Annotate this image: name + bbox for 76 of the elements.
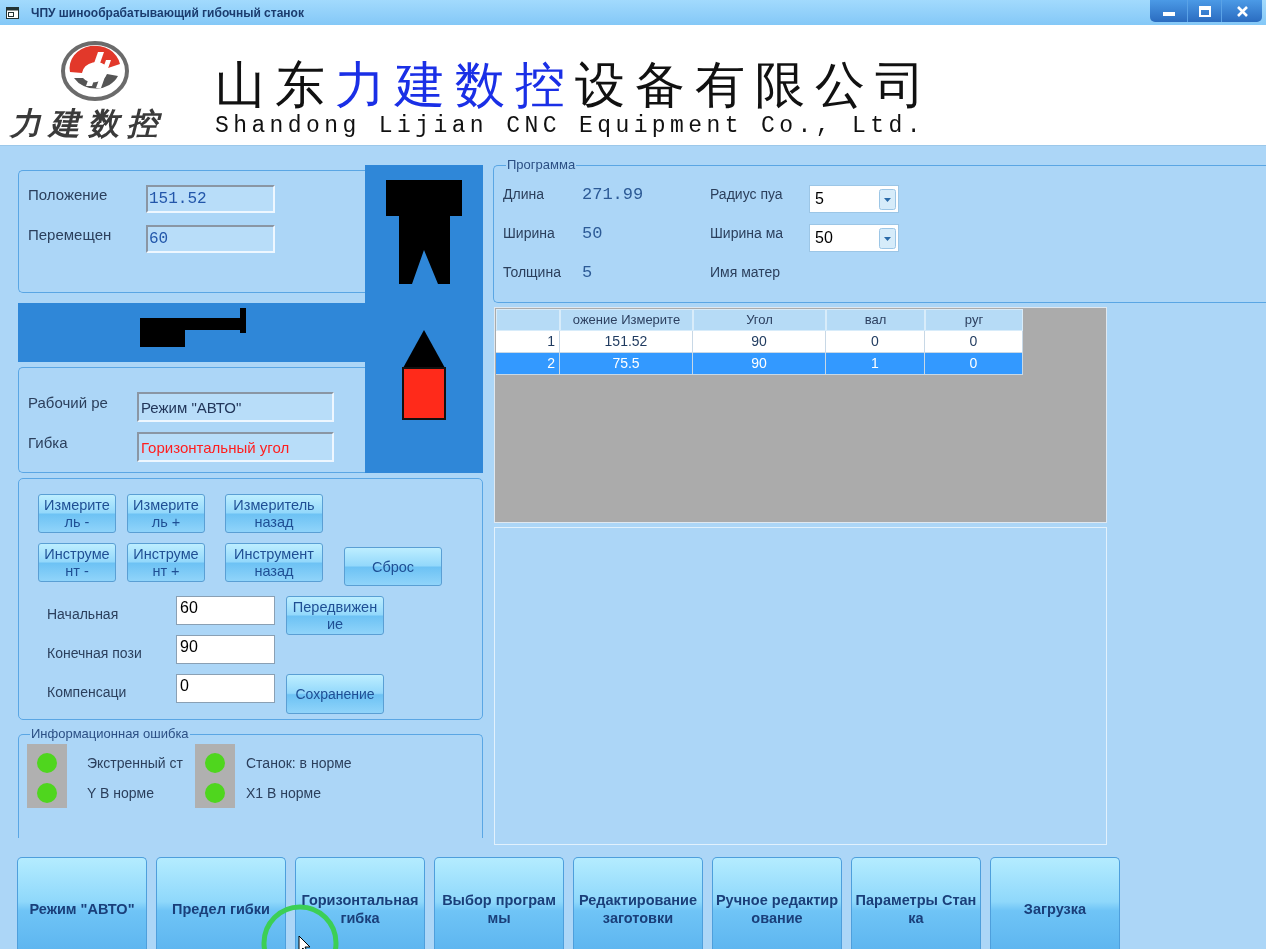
window-icon bbox=[6, 6, 19, 19]
toolbar-button[interactable]: Ручное редактирование bbox=[712, 857, 842, 949]
punch-icon bbox=[386, 180, 462, 284]
group-title: Программа bbox=[506, 158, 577, 172]
row-number: 2 bbox=[496, 353, 560, 375]
field-label: Конечная пози bbox=[47, 644, 143, 663]
minimize-button[interactable] bbox=[1150, 0, 1188, 22]
number-field[interactable]: 90 bbox=[176, 635, 275, 664]
number-field[interactable]: 60 bbox=[176, 596, 275, 625]
param-value: 271.99 bbox=[582, 185, 644, 205]
dropdown-field[interactable]: 50 bbox=[809, 224, 899, 252]
toolbar-button[interactable]: Редактирование заготовки bbox=[573, 857, 703, 949]
toolbar-button[interactable]: Выбор программы bbox=[434, 857, 564, 949]
status-label: X1 В норме bbox=[246, 784, 322, 802]
field-label: Положение bbox=[28, 185, 109, 205]
jog-button[interactable]: Инструмент + bbox=[127, 543, 205, 582]
company-name-cn: 山东 力建数控 设备有限公司 bbox=[215, 57, 935, 113]
minimize-icon bbox=[1162, 12, 1175, 16]
toolbar-button[interactable]: Режим "АВТО" bbox=[17, 857, 147, 949]
dropdown-field[interactable]: 5 bbox=[809, 185, 899, 213]
toolbar-button[interactable]: Горизонтальная гибка bbox=[295, 857, 425, 949]
maximize-icon bbox=[1198, 5, 1211, 17]
param-value: 50 bbox=[582, 224, 603, 244]
readout-field: 151.52 bbox=[146, 185, 275, 213]
toolbar-button[interactable]: Параметры Станка bbox=[851, 857, 981, 949]
table-row[interactable]: 1 151.52 90 0 0 bbox=[496, 331, 1023, 353]
jog-button[interactable]: Инструмент назад bbox=[225, 543, 323, 582]
logo-icon bbox=[60, 40, 130, 102]
jog-button[interactable]: Измеритель назад bbox=[225, 494, 323, 533]
status-label: Станок: в норме bbox=[246, 754, 352, 772]
status-label: Y В норме bbox=[87, 784, 155, 802]
group-title: Информационная ошибка bbox=[30, 727, 190, 741]
field-label: Рабочий ре bbox=[28, 393, 109, 413]
status-label: Экстренный ст bbox=[87, 754, 183, 772]
field-label: Гибка bbox=[28, 433, 69, 453]
param-label: Радиус пуа bbox=[710, 185, 784, 203]
jog-button[interactable]: Инструмент - bbox=[38, 543, 116, 582]
bending-die-icon bbox=[402, 330, 446, 420]
column-header: Угол bbox=[693, 309, 826, 331]
jog-button[interactable]: Сброс bbox=[344, 547, 442, 586]
param-label: Имя матер bbox=[710, 263, 782, 281]
field-label: Начальная bbox=[47, 605, 120, 624]
action-button[interactable]: Сохранение bbox=[286, 674, 384, 714]
table-cell: 1 bbox=[826, 353, 925, 375]
mouse-pointer-icon bbox=[298, 936, 312, 949]
jog-button[interactable]: Измеритель + bbox=[127, 494, 205, 533]
param-label: Ширина bbox=[503, 224, 556, 242]
param-label: Ширина ма bbox=[710, 224, 785, 242]
table-cell: 75.5 bbox=[560, 353, 693, 375]
jog-button[interactable]: Измеритель - bbox=[38, 494, 116, 533]
param-label: Толщина bbox=[503, 263, 562, 281]
status-field: Режим "АВТО" bbox=[137, 392, 334, 422]
column-header: вал bbox=[826, 309, 925, 331]
toolbar-button[interactable]: Загрузка bbox=[990, 857, 1120, 949]
caret-icon bbox=[879, 188, 896, 210]
toolbar-button[interactable]: Предел гибки bbox=[156, 857, 286, 949]
readout-field: 60 bbox=[146, 225, 275, 253]
table-cell: 0 bbox=[925, 353, 1023, 375]
param-value: 5 bbox=[582, 263, 593, 283]
action-button[interactable]: Передвижение bbox=[286, 596, 384, 635]
close-button[interactable] bbox=[1222, 0, 1262, 22]
caret-icon bbox=[879, 227, 896, 249]
column-header: ожение Измерите bbox=[560, 309, 693, 331]
table-cell: 90 bbox=[693, 353, 826, 375]
logo-text: 力建数控 bbox=[10, 106, 166, 142]
backgauge-icon bbox=[140, 308, 246, 348]
field-label: Перемещен bbox=[28, 225, 113, 245]
column-header: руг bbox=[925, 309, 1023, 331]
company-name-en: Shandong Lijian CNC Equipment Co., Ltd. bbox=[215, 113, 926, 139]
number-field[interactable]: 0 bbox=[176, 674, 275, 703]
field-label: Компенсаци bbox=[47, 683, 128, 702]
window-title: ЧПУ шинообрабатывающий гибочный станок bbox=[31, 5, 304, 20]
param-label: Длина bbox=[503, 185, 545, 203]
maximize-button[interactable] bbox=[1188, 0, 1222, 22]
status-field: Горизонтальный угол bbox=[137, 432, 334, 462]
close-icon bbox=[1236, 5, 1248, 17]
